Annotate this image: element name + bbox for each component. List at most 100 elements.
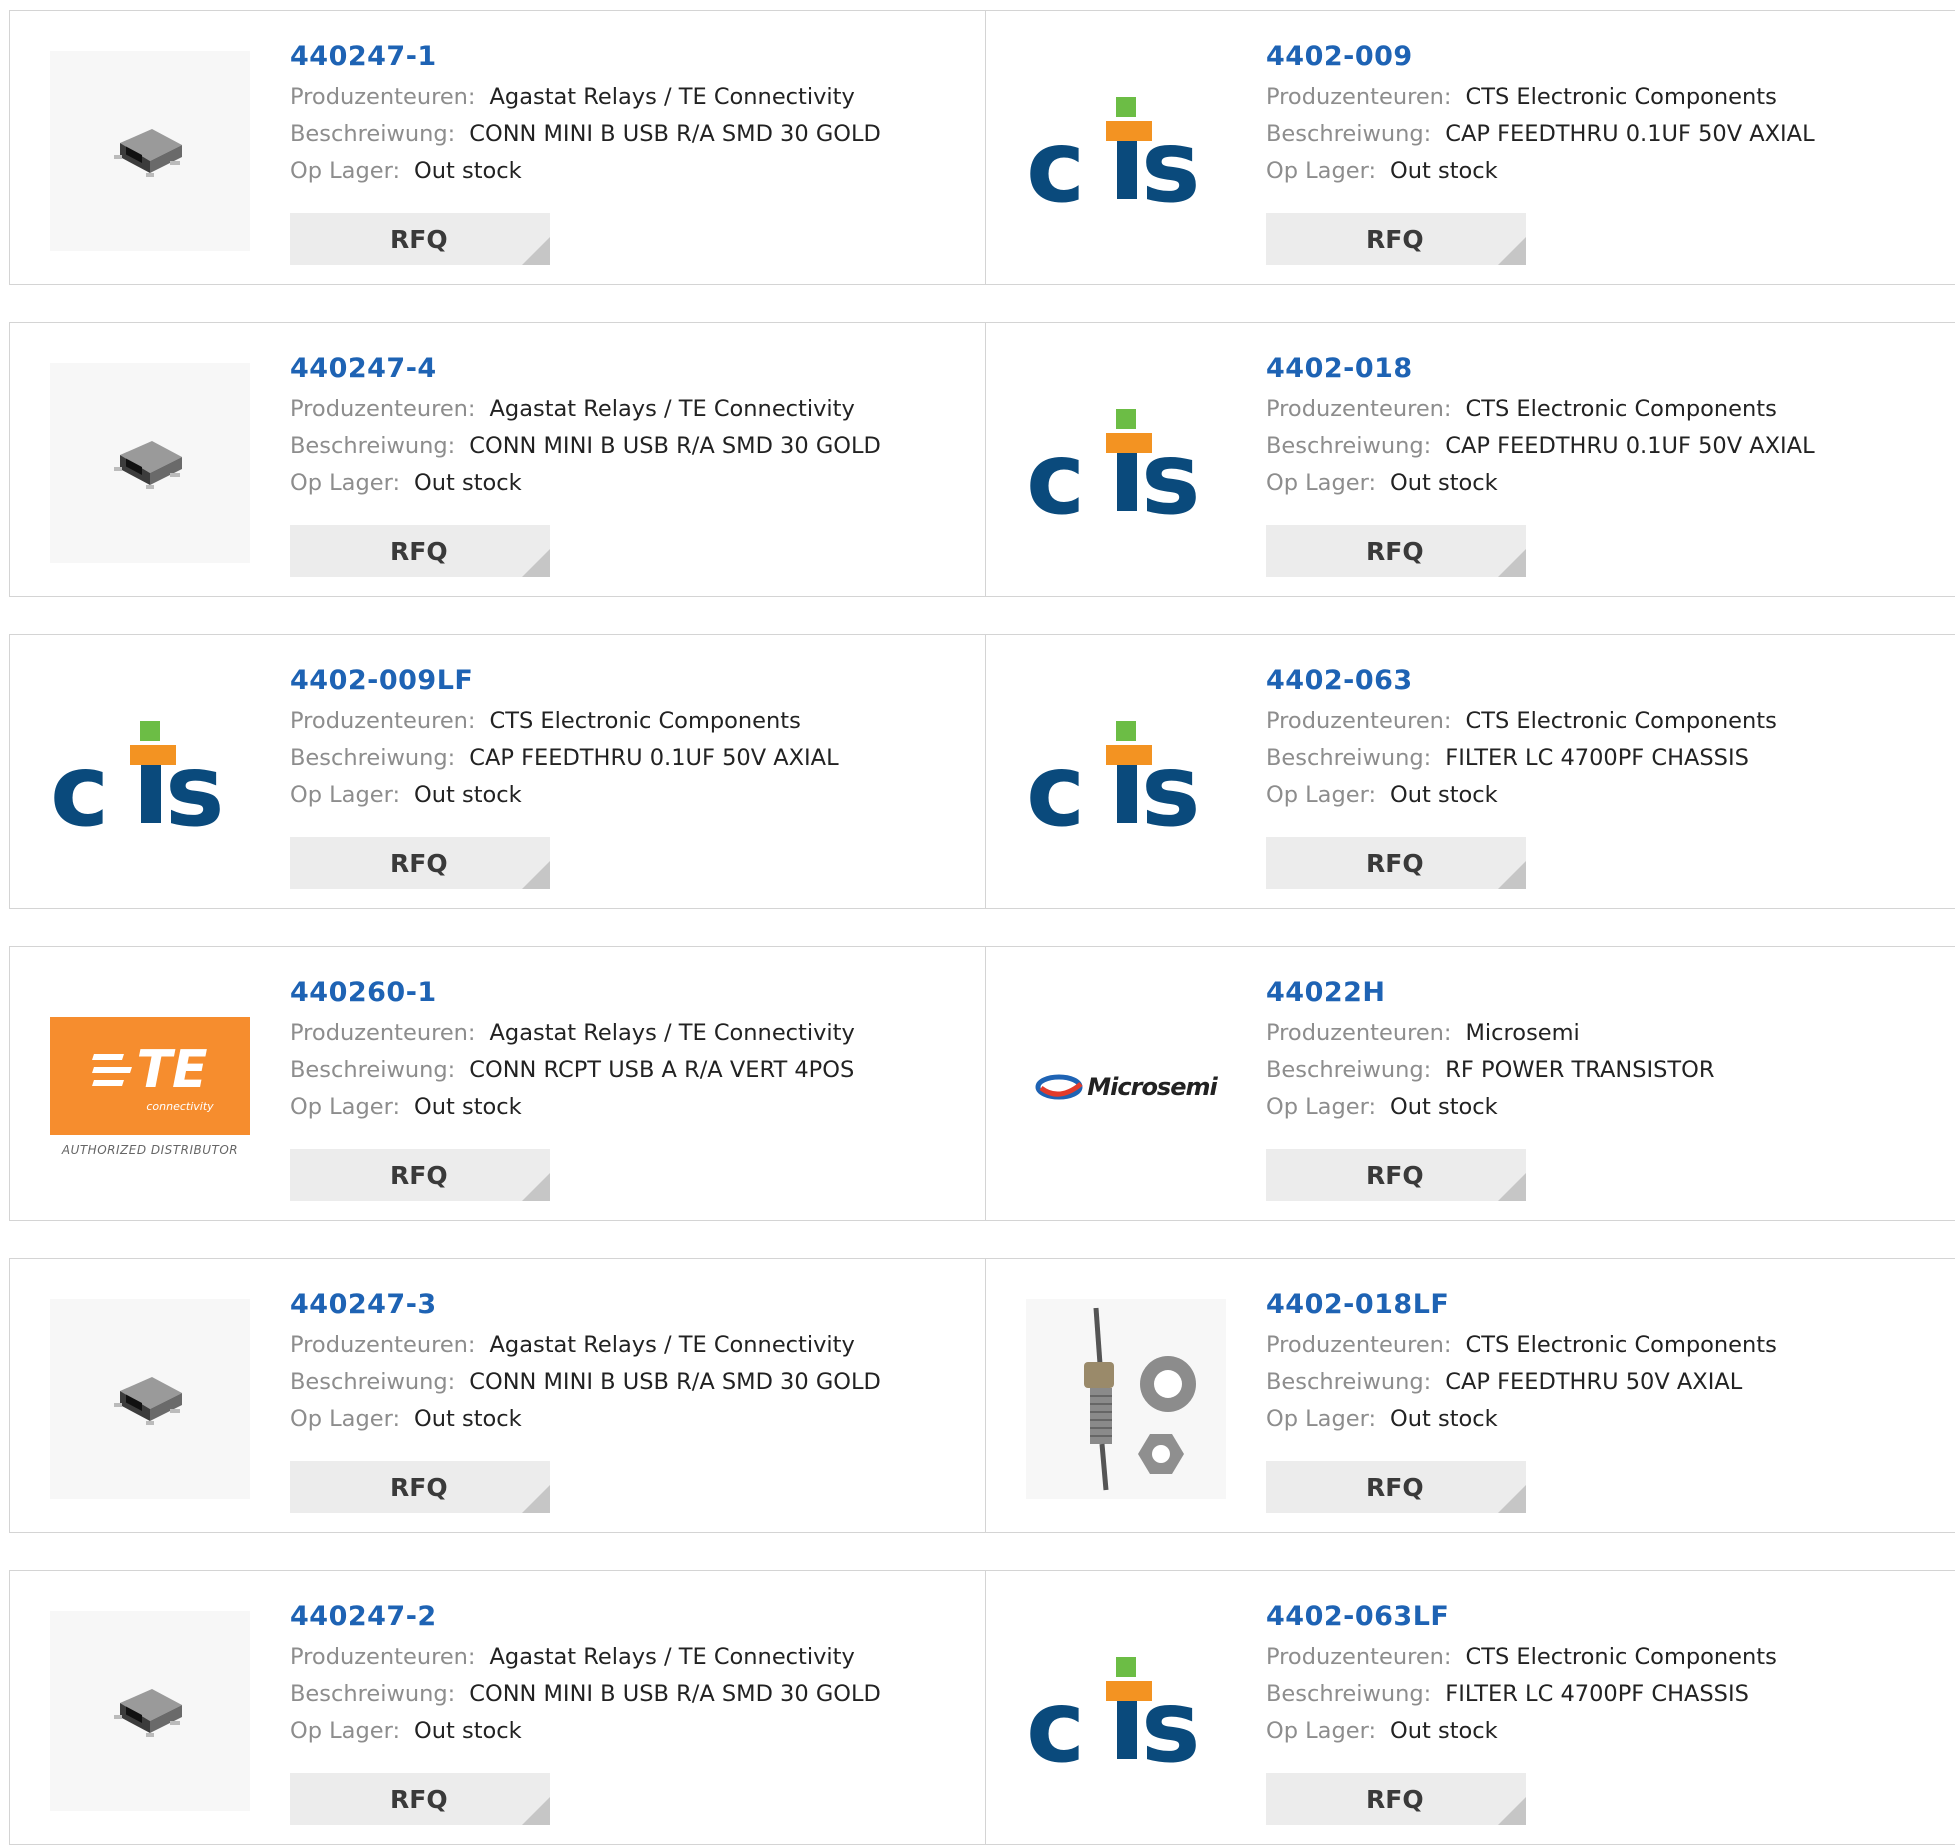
description-value: RF POWER TRANSISTOR	[1445, 1057, 1715, 1083]
description-row: Beschreiwung: CONN RCPT USB A R/A VERT 4P…	[290, 1052, 965, 1089]
part-number-link[interactable]: 440247-2	[290, 1601, 965, 1632]
product-image[interactable]	[1026, 1299, 1226, 1499]
product-info: 4402-009LF Produzenteuren: CTS Electronic …	[290, 665, 965, 814]
product-image[interactable]: cs	[50, 675, 250, 875]
stock-value: Out stock	[1390, 782, 1498, 808]
rfq-button[interactable]: RFQ	[290, 837, 550, 889]
description-value: CONN MINI B USB R/A SMD 30 GOLD	[469, 1369, 881, 1395]
manufacturer-row: Produzenteuren: CTS Electronic Components	[1266, 79, 1935, 116]
part-number-link[interactable]: 4402-063LF	[1266, 1601, 1935, 1632]
te-logo-subtext: connectivity	[146, 1099, 214, 1113]
rfq-button[interactable]: RFQ	[290, 213, 550, 265]
rfq-button[interactable]: RFQ	[1266, 837, 1526, 889]
stock-value: Out stock	[1390, 1406, 1498, 1432]
product-card: 440247-1 Produzenteuren: Agastat Relays / …	[9, 10, 986, 285]
part-number-link[interactable]: 4402-018LF	[1266, 1289, 1935, 1320]
rfq-button[interactable]: RFQ	[290, 1773, 550, 1825]
product-image[interactable]: TE connectivity AUTHORIZED DISTRIBUTOR	[50, 987, 250, 1187]
rfq-button[interactable]: RFQ	[290, 1149, 550, 1201]
part-number-link[interactable]: 440260-1	[290, 977, 965, 1008]
corner-decoration	[522, 549, 550, 577]
stock-label: Op Lager:	[290, 1718, 401, 1744]
description-label: Beschreiwung:	[1266, 1681, 1432, 1707]
manufacturer-value: Agastat Relays / TE Connectivity	[489, 1332, 855, 1358]
svg-text:s: s	[1141, 1668, 1201, 1771]
manufacturer-label: Produzenteuren:	[1266, 708, 1452, 734]
description-row: Beschreiwung: FILTER LC 4700PF CHASSIS	[1266, 740, 1935, 777]
description-row: Beschreiwung: CONN MINI B USB R/A SMD 30 …	[290, 1364, 965, 1401]
stock-label: Op Lager:	[1266, 1718, 1377, 1744]
description-value: CAP FEEDTHRU 0.1UF 50V AXIAL	[1445, 121, 1815, 147]
part-number-link[interactable]: 44022H	[1266, 977, 1935, 1008]
corner-decoration	[522, 1485, 550, 1513]
product-image[interactable]: cs	[1026, 363, 1226, 563]
part-number-link[interactable]: 4402-018	[1266, 353, 1935, 384]
product-image[interactable]: cs	[1026, 675, 1226, 875]
corner-decoration	[522, 1173, 550, 1201]
manufacturer-row: Produzenteuren: CTS Electronic Components	[1266, 1327, 1935, 1364]
stock-row: Op Lager: Out stock	[1266, 1713, 1935, 1750]
part-number-link[interactable]: 4402-063	[1266, 665, 1935, 696]
microsemi-logo: Microsemi	[1035, 1072, 1218, 1102]
rfq-button[interactable]: RFQ	[290, 525, 550, 577]
description-row: Beschreiwung: RF POWER TRANSISTOR	[1266, 1052, 1935, 1089]
rfq-button[interactable]: RFQ	[1266, 1149, 1526, 1201]
corner-decoration	[522, 1797, 550, 1825]
description-row: Beschreiwung: CAP FEEDTHRU 0.1UF 50V AXIA…	[1266, 428, 1935, 465]
rfq-label: RFQ	[390, 1784, 448, 1814]
usb-connector-icon	[114, 1377, 182, 1425]
cts-logo: cs	[1026, 721, 1201, 835]
product-card: 4402-018LF Produzenteuren: CTS Electronic …	[986, 1258, 1955, 1533]
manufacturer-label: Produzenteuren:	[1266, 396, 1452, 422]
part-number-link[interactable]: 4402-009	[1266, 41, 1935, 72]
part-number-link[interactable]: 440247-4	[290, 353, 965, 384]
product-info: 440260-1 Produzenteuren: Agastat Relays / …	[290, 977, 965, 1126]
rfq-button[interactable]: RFQ	[290, 1461, 550, 1513]
part-number-link[interactable]: 4402-009LF	[290, 665, 965, 696]
product-image[interactable]	[50, 1611, 250, 1811]
description-label: Beschreiwung:	[290, 1369, 456, 1395]
manufacturer-label: Produzenteuren:	[1266, 1332, 1452, 1358]
part-number-link[interactable]: 440247-3	[290, 1289, 965, 1320]
manufacturer-label: Produzenteuren:	[1266, 84, 1452, 110]
manufacturer-label: Produzenteuren:	[290, 1020, 476, 1046]
corner-decoration	[1498, 1797, 1526, 1825]
svg-text:c: c	[1026, 420, 1085, 523]
rfq-button[interactable]: RFQ	[1266, 525, 1526, 577]
product-card: TE connectivity AUTHORIZED DISTRIBUTOR 4402…	[9, 946, 986, 1221]
manufacturer-label: Produzenteuren:	[290, 84, 476, 110]
description-value: CONN MINI B USB R/A SMD 30 GOLD	[469, 433, 881, 459]
corner-decoration	[1498, 1173, 1526, 1201]
manufacturer-row: Produzenteuren: CTS Electronic Components	[290, 703, 965, 740]
product-image[interactable]: cs	[1026, 1611, 1226, 1811]
manufacturer-label: Produzenteuren:	[290, 708, 476, 734]
stock-label: Op Lager:	[290, 782, 401, 808]
rfq-button[interactable]: RFQ	[1266, 1461, 1526, 1513]
description-value: FILTER LC 4700PF CHASSIS	[1445, 745, 1749, 771]
stock-row: Op Lager: Out stock	[290, 153, 965, 190]
stock-label: Op Lager:	[1266, 1094, 1377, 1120]
product-image[interactable]	[50, 51, 250, 251]
description-label: Beschreiwung:	[290, 745, 456, 771]
stock-row: Op Lager: Out stock	[290, 777, 965, 814]
rfq-label: RFQ	[390, 1472, 448, 1502]
product-grid: 440247-1 Produzenteuren: Agastat Relays / …	[9, 10, 1955, 1845]
description-value: FILTER LC 4700PF CHASSIS	[1445, 1681, 1749, 1707]
stock-label: Op Lager:	[1266, 470, 1377, 496]
manufacturer-value: CTS Electronic Components	[489, 708, 801, 734]
product-image[interactable]	[50, 1299, 250, 1499]
cts-logo: cs	[1026, 409, 1201, 523]
product-image[interactable]: cs	[1026, 51, 1226, 251]
rfq-button[interactable]: RFQ	[1266, 213, 1526, 265]
part-number-link[interactable]: 440247-1	[290, 41, 965, 72]
rfq-label: RFQ	[390, 848, 448, 878]
description-label: Beschreiwung:	[1266, 745, 1432, 771]
product-image[interactable]	[50, 363, 250, 563]
rfq-button[interactable]: RFQ	[1266, 1773, 1526, 1825]
product-image[interactable]: Microsemi	[1026, 987, 1226, 1187]
microsemi-logo-text: Microsemi	[1087, 1073, 1217, 1101]
rfq-label: RFQ	[1366, 536, 1424, 566]
stock-row: Op Lager: Out stock	[290, 1089, 965, 1126]
manufacturer-label: Produzenteuren:	[290, 396, 476, 422]
usb-connector-icon	[114, 1689, 182, 1737]
